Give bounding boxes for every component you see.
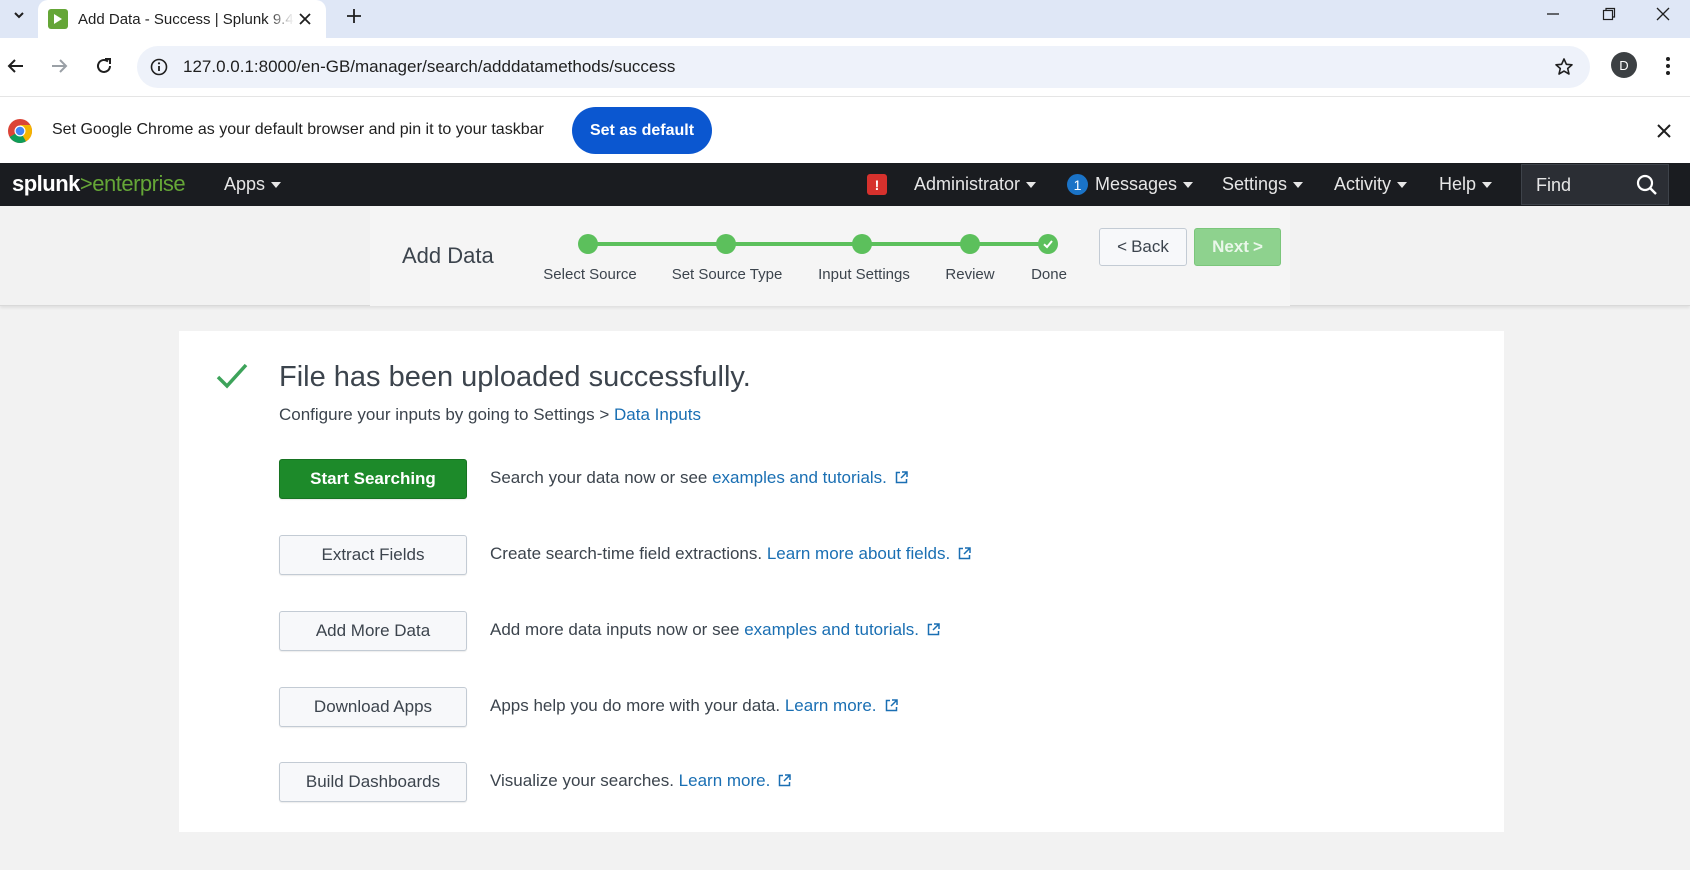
forward-arrow-icon[interactable] <box>45 52 73 80</box>
step-dot-set-source-type <box>716 234 736 254</box>
profile-avatar[interactable]: D <box>1611 52 1637 78</box>
nav-messages-menu[interactable]: 1 Messages <box>1067 163 1194 206</box>
browser-tab[interactable]: Add Data - Success | Splunk 9.4 <box>38 0 326 38</box>
nav-activity-menu[interactable]: Activity <box>1334 163 1408 206</box>
chevron-left-icon: < <box>1117 237 1128 256</box>
find-search-box[interactable]: Find <box>1521 164 1669 205</box>
minimize-icon[interactable] <box>1526 0 1580 28</box>
nav-apps-menu[interactable]: Apps <box>224 163 282 206</box>
tab-close-icon[interactable] <box>296 10 314 28</box>
success-panel: File has been uploaded successfully. Con… <box>179 331 1504 832</box>
nav-administrator-menu[interactable]: Administrator <box>914 163 1037 206</box>
next-button[interactable]: Next > <box>1194 228 1281 266</box>
external-link-icon <box>885 699 898 712</box>
learn-more-link[interactable]: Learn more. <box>785 696 877 715</box>
action-description: Add more data inputs now or see examples… <box>490 620 940 640</box>
action-description: Search your data now or see examples and… <box>490 468 908 488</box>
tab-search-icon[interactable] <box>0 0 38 30</box>
external-link-icon <box>895 471 908 484</box>
step-label-done: Done <box>1031 266 1067 283</box>
find-placeholder: Find <box>1536 175 1572 195</box>
learn-more-link[interactable]: Learn more. <box>679 771 771 790</box>
nav-settings-menu[interactable]: Settings <box>1222 163 1304 206</box>
step-dot-review <box>960 234 980 254</box>
examples-tutorials-link[interactable]: examples and tutorials. <box>712 468 887 487</box>
chevron-down-icon <box>1026 181 1037 188</box>
chevron-down-icon <box>1397 181 1408 188</box>
build-dashboards-button[interactable]: Build Dashboards <box>279 762 467 802</box>
step-label-review: Review <box>945 266 995 283</box>
step-dot-done <box>1038 234 1058 254</box>
set-as-default-button[interactable]: Set as default <box>572 107 712 154</box>
step-label-select-source: Select Source <box>543 266 637 283</box>
external-link-icon <box>779 774 792 787</box>
examples-tutorials-link[interactable]: examples and tutorials. <box>744 620 919 639</box>
bookmark-star-icon[interactable] <box>1552 55 1576 79</box>
chevron-down-icon <box>271 181 282 188</box>
new-tab-icon[interactable] <box>342 4 366 28</box>
extract-fields-button[interactable]: Extract Fields <box>279 535 467 575</box>
default-browser-infobar: Set Google Chrome as your default browse… <box>0 96 1690 163</box>
splunk-nav-bar: splunk>enterprise Apps ! Administrator 1… <box>0 163 1690 206</box>
wizard-header: Add Data Select Source Set Source Type I… <box>0 206 1690 306</box>
chevron-down-icon <box>1293 181 1304 188</box>
splunk-logo[interactable]: splunk>enterprise <box>12 171 186 197</box>
step-dot-select-source <box>578 234 598 254</box>
success-check-icon <box>215 361 249 391</box>
back-button[interactable]: < Back <box>1099 228 1187 266</box>
success-headline: File has been uploaded successfully. <box>279 361 751 393</box>
browser-tab-strip: Add Data - Success | Splunk 9.4 <box>0 0 1690 38</box>
learn-more-fields-link[interactable]: Learn more about fields. <box>767 544 950 563</box>
browser-toolbar: 127.0.0.1:8000/en-GB/manager/search/addd… <box>0 38 1690 96</box>
action-description: Apps help you do more with your data. Le… <box>490 696 898 716</box>
address-bar[interactable]: 127.0.0.1:8000/en-GB/manager/search/addd… <box>137 46 1590 88</box>
nav-help-menu[interactable]: Help <box>1439 163 1493 206</box>
back-arrow-icon[interactable] <box>2 52 30 80</box>
url-text: 127.0.0.1:8000/en-GB/manager/search/addd… <box>183 57 676 76</box>
step-dot-input-settings <box>852 234 872 254</box>
download-apps-button[interactable]: Download Apps <box>279 687 467 727</box>
external-link-icon <box>958 547 971 560</box>
health-alert-icon[interactable]: ! <box>867 174 887 195</box>
external-link-icon <box>927 623 940 636</box>
infobar-text: Set Google Chrome as your default browse… <box>52 121 544 138</box>
action-description: Create search-time field extractions. Le… <box>490 544 971 564</box>
add-more-data-button[interactable]: Add More Data <box>279 611 467 651</box>
chevron-down-icon <box>1183 181 1194 188</box>
start-searching-button[interactable]: Start Searching <box>279 459 467 499</box>
configure-inputs-text: Configure your inputs by going to Settin… <box>279 405 701 424</box>
reload-icon[interactable] <box>90 52 118 80</box>
site-info-icon[interactable] <box>147 55 171 79</box>
window-close-icon[interactable] <box>1636 0 1690 28</box>
step-label-set-source-type: Set Source Type <box>671 266 783 283</box>
action-description: Visualize your searches. Learn more. <box>490 771 792 791</box>
chrome-logo-icon <box>7 118 33 144</box>
infobar-close-icon[interactable] <box>1652 119 1676 143</box>
chevron-down-icon <box>1482 181 1493 188</box>
step-label-input-settings: Input Settings <box>818 266 910 283</box>
data-inputs-link[interactable]: Data Inputs <box>614 405 701 424</box>
splunk-favicon-icon <box>48 9 68 29</box>
chevron-right-icon: > <box>1252 237 1263 256</box>
check-icon <box>1043 240 1053 249</box>
tab-title: Add Data - Success | Splunk 9.4 <box>78 10 294 28</box>
chrome-menu-icon[interactable] <box>1656 52 1680 80</box>
search-icon[interactable] <box>1636 174 1658 196</box>
messages-count-badge: 1 <box>1067 174 1088 195</box>
page-title: Add Data <box>402 243 494 268</box>
restore-icon[interactable] <box>1582 0 1636 28</box>
